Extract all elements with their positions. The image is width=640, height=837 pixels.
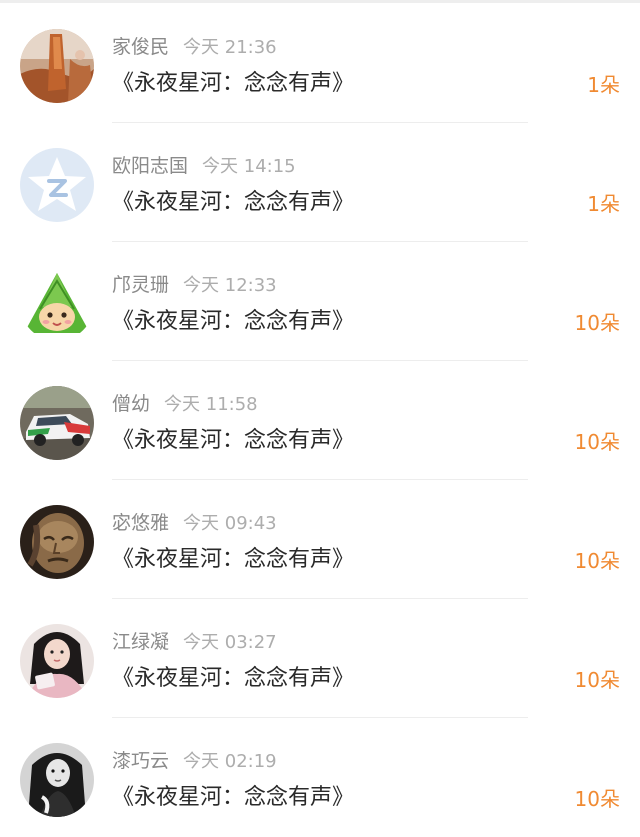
list-item[interactable]: 江绿凝 今天 03:27 《永夜星河：念念有声》 10朵 — [0, 599, 640, 718]
avatar[interactable] — [20, 267, 94, 341]
girl-photo-avatar-icon — [20, 624, 94, 698]
book-title[interactable]: 《永夜星河：念念有声》 — [112, 306, 354, 338]
user-name[interactable]: 江绿凝 — [112, 631, 169, 653]
user-name[interactable]: 宓悠雅 — [112, 512, 169, 534]
timestamp: 今天 02:19 — [183, 751, 277, 772]
user-name[interactable]: 漆巧云 — [112, 750, 169, 772]
avatar[interactable] — [20, 386, 94, 460]
flower-count: 10朵 — [574, 787, 620, 811]
book-title[interactable]: 《永夜星河：念念有声》 — [112, 544, 354, 576]
timestamp: 今天 12:33 — [183, 275, 277, 296]
avatar[interactable] — [20, 624, 94, 698]
list-item[interactable]: 僧幼 今天 11:58 《永夜星河：念念有声》 10朵 — [0, 361, 640, 480]
book-title[interactable]: 《永夜星河：念念有声》 — [112, 187, 354, 219]
user-name[interactable]: 欧阳志国 — [112, 155, 188, 177]
timestamp: 今天 14:15 — [202, 156, 296, 177]
top-divider — [0, 0, 640, 3]
person-orange-avatar-icon — [20, 29, 94, 103]
user-name[interactable]: 僧幼 — [112, 393, 150, 415]
list-item[interactable]: 欧阳志国 今天 14:15 《永夜星河：念念有声》 1朵 — [0, 123, 640, 242]
flower-count: 1朵 — [587, 192, 620, 216]
list-item[interactable]: 宓悠雅 今天 09:43 《永夜星河：念念有声》 10朵 — [0, 480, 640, 599]
list-item[interactable]: 漆巧云 今天 02:19 《永夜星河：念念有声》 10朵 — [0, 718, 640, 837]
book-title[interactable]: 《永夜星河：念念有声》 — [112, 425, 354, 457]
flower-count: 10朵 — [574, 311, 620, 335]
timestamp: 今天 09:43 — [183, 513, 277, 534]
flower-count: 10朵 — [574, 668, 620, 692]
timestamp: 今天 03:27 — [183, 632, 277, 653]
book-title[interactable]: 《永夜星河：念念有声》 — [112, 68, 354, 100]
user-name[interactable]: 邝灵珊 — [112, 274, 169, 296]
list-item[interactable]: 家俊民 今天 21:36 《永夜星河：念念有声》 1朵 — [0, 4, 640, 123]
bw-portrait-avatar-icon — [20, 743, 94, 817]
flower-count: 10朵 — [574, 549, 620, 573]
default-star-avatar-icon — [20, 148, 94, 222]
avatar[interactable] — [20, 148, 94, 222]
user-name[interactable]: 家俊民 — [112, 36, 169, 58]
zongzi-avatar-icon — [20, 267, 94, 341]
sculpture-face-avatar-icon — [20, 505, 94, 579]
timestamp: 今天 21:36 — [183, 37, 277, 58]
book-title[interactable]: 《永夜星河：念念有声》 — [112, 663, 354, 695]
flower-count: 10朵 — [574, 430, 620, 454]
book-title[interactable]: 《永夜星河：念念有声》 — [112, 782, 354, 814]
flower-count: 1朵 — [587, 73, 620, 97]
racing-car-avatar-icon — [20, 386, 94, 460]
avatar[interactable] — [20, 29, 94, 103]
list-item[interactable]: 邝灵珊 今天 12:33 《永夜星河：念念有声》 10朵 — [0, 242, 640, 361]
timestamp: 今天 11:58 — [164, 394, 258, 415]
avatar[interactable] — [20, 743, 94, 817]
avatar[interactable] — [20, 505, 94, 579]
